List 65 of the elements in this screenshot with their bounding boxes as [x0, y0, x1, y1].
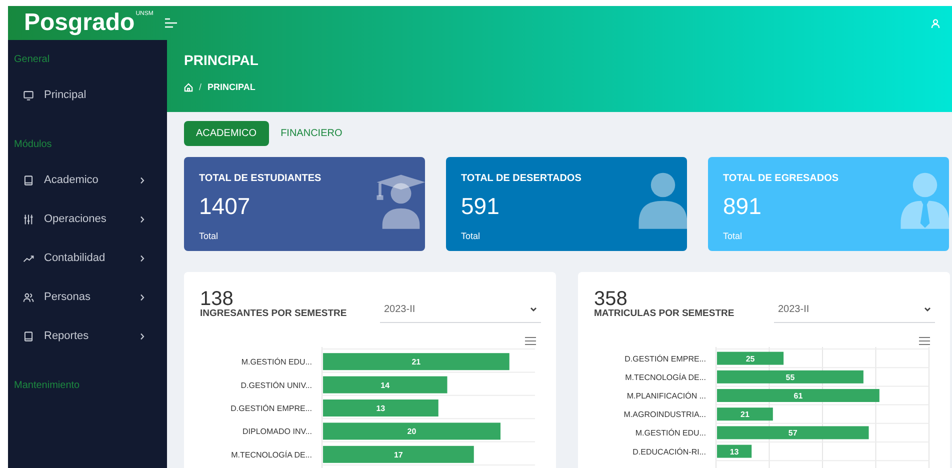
sidebar-item[interactable]: Academico: [8, 161, 167, 200]
semester-select[interactable]: 2023-II: [380, 296, 541, 323]
chevron-down-icon: [530, 306, 537, 312]
section-heading: Módulos: [13, 138, 53, 152]
book-icon: [23, 331, 34, 342]
menu-icon[interactable]: [919, 337, 930, 345]
section-heading: Mantenimiento: [13, 379, 81, 393]
category-label: DIPLOMADO INV...: [242, 427, 312, 436]
breadcrumb-separator: /: [199, 81, 202, 94]
sliders-icon: [23, 214, 34, 225]
stat-title: TOTAL DE EGRESADOS: [723, 172, 840, 186]
sidebar-item[interactable]: Operaciones: [8, 200, 167, 239]
category-label: D.EDUCACIÓN-RI...: [632, 447, 706, 456]
menu-icon[interactable]: [525, 337, 536, 345]
bar: [717, 444, 752, 458]
data-label: 57: [788, 428, 798, 438]
data-label: 21: [740, 410, 750, 420]
data-label: 61: [794, 392, 803, 400]
data-label: 17: [394, 450, 403, 460]
stat-value: 1407: [199, 195, 252, 218]
category-label: M.TECNOLOGÍA DE...: [625, 372, 706, 382]
page-title: PRINCIPAL: [184, 51, 260, 70]
data-label: 20: [407, 427, 416, 436]
data-label: 14: [380, 380, 390, 390]
tab[interactable]: FINANCIERO: [280, 121, 342, 146]
people-icon: [23, 292, 34, 303]
logo-text: Posgrado: [24, 11, 135, 35]
book-icon: [23, 175, 34, 186]
category-label: M.GESTIÓN EDU...: [241, 358, 312, 367]
category-label: D.GESTIÓN EMPRE...: [624, 354, 706, 364]
sidebar-item[interactable]: Principal: [8, 76, 167, 115]
category-label: M.TECNOLOGÍA DE...: [231, 450, 312, 460]
semester-select[interactable]: 2023-II: [774, 296, 935, 323]
stat-caption: Total: [461, 230, 482, 243]
chevron-down-icon: [924, 306, 931, 312]
bar: [717, 352, 784, 365]
stat-caption: Total: [199, 230, 220, 243]
category-label: M.GESTIÓN EDU...: [635, 428, 706, 438]
data-label: 55: [786, 372, 795, 382]
chart-count: 138: [200, 289, 234, 309]
trend-icon: [23, 253, 34, 264]
chart-title: MATRICULAS POR SEMESTRE: [594, 309, 734, 318]
stat-title: TOTAL DE DESERTADOS: [461, 172, 582, 186]
category-label: M.PLANIFICACIÓN ...: [626, 392, 706, 400]
stat-value: 591: [461, 195, 500, 218]
stat-caption: Total: [723, 230, 744, 243]
data-label: 13: [376, 404, 386, 413]
tab[interactable]: ACADEMICO: [184, 121, 269, 146]
data-label: 13: [730, 447, 739, 456]
sidebar-item[interactable]: Reportes: [8, 317, 167, 356]
section-heading: General: [13, 53, 51, 67]
category-label: D.GESTIÓN UNIV...: [240, 380, 312, 390]
sidebar-item[interactable]: Personas: [8, 278, 167, 317]
category-label: M.AGROINDUSTRIA...: [624, 410, 706, 420]
home-icon[interactable]: [184, 83, 193, 92]
monitor-icon: [23, 90, 34, 101]
stat-value: 891: [723, 195, 762, 218]
bar: [717, 408, 773, 421]
stat-title: TOTAL DE ESTUDIANTES: [199, 172, 322, 186]
data-label: 21: [412, 358, 421, 367]
chart-title: INGRESANTES POR SEMESTRE: [200, 309, 347, 318]
sidebar-item[interactable]: Contabilidad: [8, 239, 167, 278]
data-label: 25: [746, 354, 755, 364]
chart-count: 358: [594, 289, 628, 309]
category-label: D.GESTIÓN EMPRE...: [230, 404, 312, 413]
